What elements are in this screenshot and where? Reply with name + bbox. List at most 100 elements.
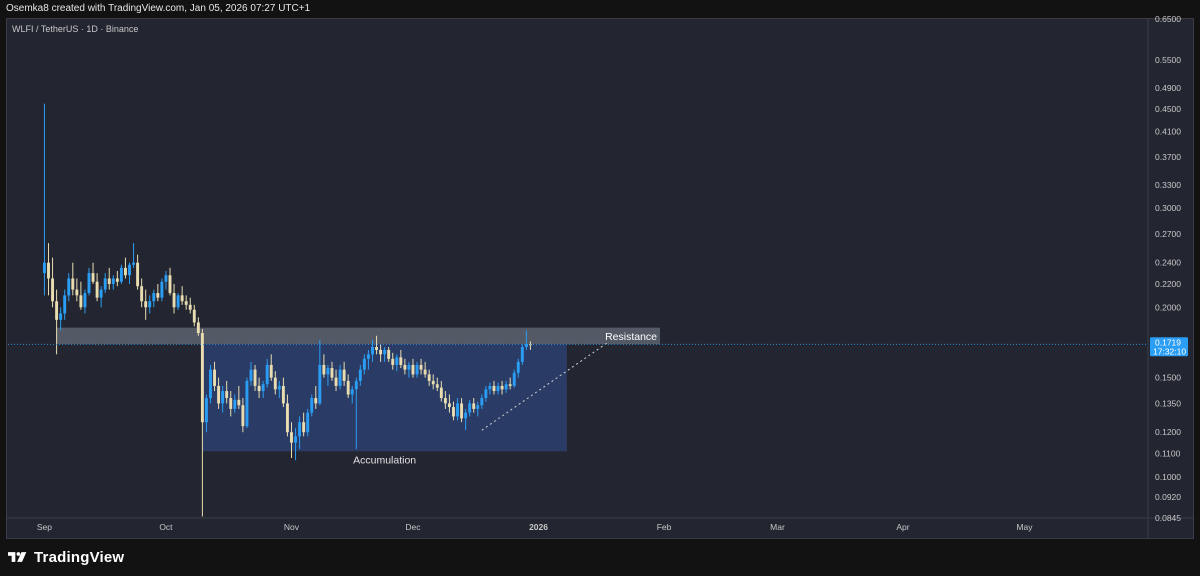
time-tick-label: Apr bbox=[896, 522, 909, 532]
overlays-layer bbox=[8, 342, 1148, 431]
candle-body bbox=[371, 347, 374, 355]
candle-body bbox=[237, 399, 241, 406]
price-tick-label: 0.3000 bbox=[1155, 203, 1181, 213]
time-tick-label: Sep bbox=[37, 522, 52, 532]
candle-body bbox=[285, 403, 289, 433]
candle-body bbox=[298, 422, 302, 437]
candle-body bbox=[229, 398, 233, 409]
candle-body bbox=[209, 369, 212, 399]
candle-body bbox=[115, 278, 119, 282]
candle-body bbox=[245, 380, 249, 427]
price-tick-label: 0.5500 bbox=[1155, 55, 1181, 65]
candle-body bbox=[71, 278, 75, 290]
time-tick-label: Dec bbox=[405, 522, 421, 532]
candle-body bbox=[512, 372, 516, 386]
candle-body bbox=[447, 403, 451, 408]
candle-body bbox=[480, 398, 484, 406]
candle-body bbox=[75, 289, 79, 296]
candle-body bbox=[334, 377, 338, 386]
symbol-label: WLFI / TetherUS · 1D · Binance bbox=[12, 24, 139, 34]
candle-body bbox=[107, 278, 111, 284]
time-axis: Sep Oct Nov Dec 2026 Feb Mar Apr May bbox=[37, 522, 1033, 532]
candle-body bbox=[306, 412, 310, 433]
price-tick-label: 0.3300 bbox=[1155, 180, 1181, 190]
candle-body bbox=[468, 403, 472, 413]
tradingview-brand[interactable]: TradingView bbox=[8, 546, 124, 568]
candle-body bbox=[322, 364, 326, 375]
time-tick-label: Mar bbox=[770, 522, 785, 532]
candle-body bbox=[241, 405, 245, 427]
candles-layer bbox=[42, 103, 532, 517]
candle-body bbox=[51, 278, 55, 302]
candle-body bbox=[338, 369, 342, 386]
candle-body bbox=[419, 364, 423, 370]
candle-body bbox=[294, 436, 297, 443]
candle-body bbox=[103, 278, 107, 290]
candle-body bbox=[83, 293, 87, 308]
price-tick-label: 0.2700 bbox=[1155, 229, 1181, 239]
price-tick-label: 0.6500 bbox=[1155, 14, 1181, 24]
tradingview-logo-icon bbox=[8, 552, 27, 562]
candle-body bbox=[411, 364, 415, 375]
price-tick-label: 0.4500 bbox=[1155, 104, 1181, 114]
candle-body bbox=[249, 369, 253, 381]
candle-body bbox=[79, 295, 83, 308]
candle-body bbox=[281, 385, 285, 404]
candle-body bbox=[427, 374, 431, 381]
candle-body bbox=[290, 432, 293, 443]
candle-body bbox=[423, 369, 427, 375]
candle-body bbox=[168, 275, 172, 294]
candle-body bbox=[225, 391, 229, 399]
candle-body bbox=[128, 264, 131, 276]
candle-body bbox=[253, 369, 257, 386]
price-tick-label: 0.1100 bbox=[1155, 448, 1181, 458]
grid-layer bbox=[6, 19, 1194, 538]
candle-body bbox=[464, 412, 468, 419]
candle-body bbox=[277, 385, 281, 390]
price-tick-label: 0.0920 bbox=[1155, 492, 1181, 502]
candle-body bbox=[362, 358, 366, 370]
candle-body bbox=[383, 349, 387, 355]
candle-body bbox=[200, 333, 204, 423]
candle-body bbox=[342, 369, 346, 381]
time-tick-label: Oct bbox=[159, 522, 173, 532]
candle-body bbox=[310, 398, 314, 413]
candle-body bbox=[358, 369, 362, 381]
candle-body bbox=[99, 289, 103, 298]
candle-body bbox=[273, 377, 277, 390]
candle-body bbox=[156, 293, 160, 298]
candle-body bbox=[496, 385, 500, 392]
candle-body bbox=[456, 403, 459, 417]
candle-body bbox=[132, 262, 136, 265]
candle-body bbox=[47, 262, 50, 279]
time-tick-label: Feb bbox=[657, 522, 672, 532]
candle-body bbox=[123, 267, 127, 276]
candle-body bbox=[184, 301, 188, 305]
zones-layer: Resistance Accumulation bbox=[56, 327, 661, 466]
price-tick-label: 0.2400 bbox=[1155, 258, 1181, 268]
candle-body bbox=[415, 364, 419, 375]
candle-body bbox=[144, 301, 148, 308]
candle-body bbox=[148, 301, 152, 308]
candle-body bbox=[59, 313, 63, 320]
candle-body bbox=[346, 380, 350, 395]
candle-body bbox=[439, 387, 443, 399]
candlestick-chart[interactable]: Resistance Accumulation 0.6500 0.5500 0.490… bbox=[0, 0, 1200, 576]
candle-body bbox=[152, 293, 156, 302]
candle-body bbox=[42, 262, 46, 274]
candle-body bbox=[302, 422, 306, 433]
candle-body bbox=[500, 385, 504, 390]
candle-body bbox=[119, 267, 123, 282]
candle-body bbox=[269, 364, 273, 378]
candle-body bbox=[488, 385, 492, 390]
candle-body bbox=[472, 403, 476, 409]
candle-body bbox=[95, 281, 99, 298]
candle-body bbox=[67, 278, 71, 296]
candle-body bbox=[407, 364, 411, 370]
candle-body bbox=[508, 384, 512, 386]
candle-body bbox=[354, 380, 358, 390]
candle-body bbox=[87, 273, 91, 294]
candle-body bbox=[172, 293, 176, 308]
candle-body bbox=[516, 361, 520, 373]
candle-body bbox=[257, 385, 261, 392]
